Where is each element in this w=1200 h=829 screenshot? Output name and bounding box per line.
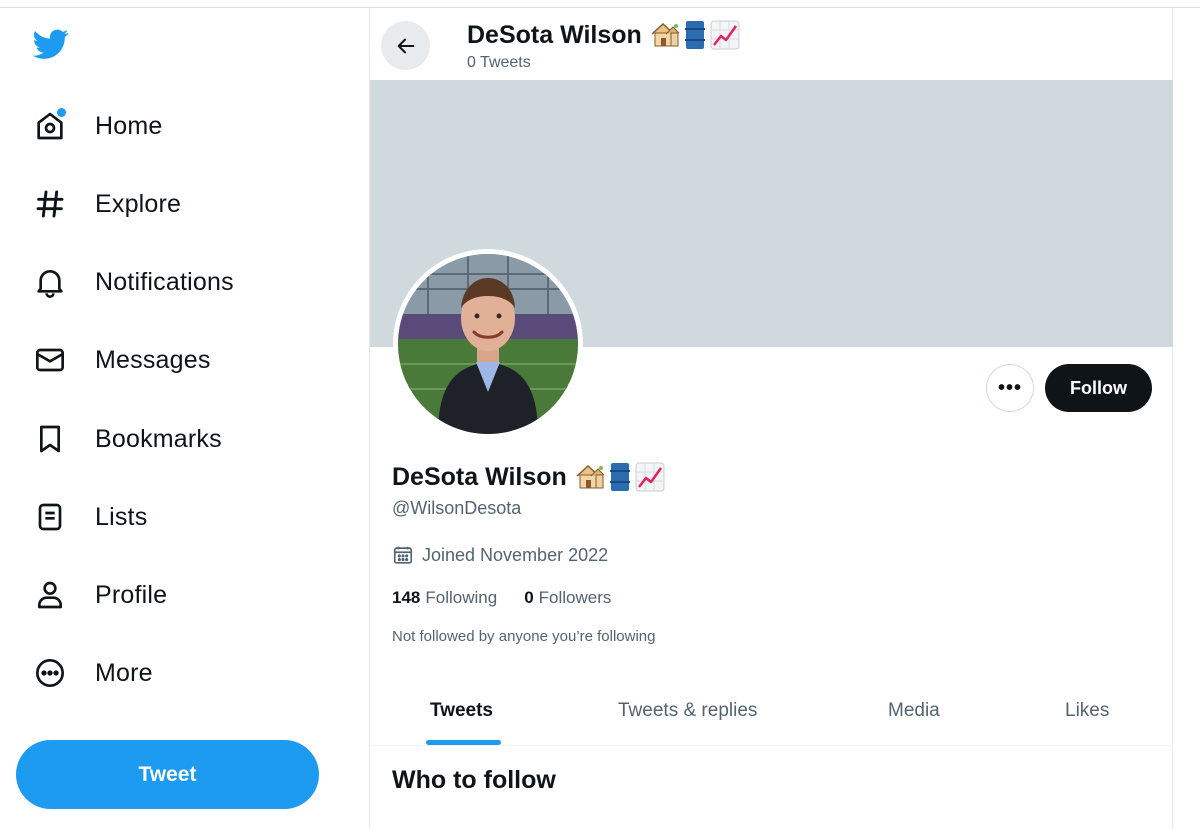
name-emojis: [575, 462, 669, 492]
house-emoji: [576, 464, 605, 489]
oil-drum-emoji: [684, 21, 705, 49]
tweet-button[interactable]: Tweet: [16, 740, 319, 809]
sidebar-item-label: Notifications: [95, 267, 234, 296]
header-name-text: DeSota Wilson: [467, 20, 642, 49]
notification-dot: [57, 108, 66, 117]
sidebar-item-bookmarks[interactable]: Bookmarks: [30, 414, 222, 464]
sidebar-item-label: Lists: [95, 502, 148, 531]
profile-column: DeSota Wilson 0 Tweets ••• Follow DeSota…: [369, 8, 1173, 829]
sidebar-item-label: Bookmarks: [95, 424, 222, 453]
house-emoji: [651, 22, 680, 47]
sidebar-item-lists[interactable]: Lists: [30, 492, 147, 542]
list-icon: [30, 497, 70, 537]
more-circle-icon: [30, 653, 70, 693]
arrow-left-icon: [397, 38, 414, 53]
followers-label: Followers: [538, 588, 612, 607]
active-tab-indicator: [426, 740, 501, 745]
bookmark-icon: [30, 419, 70, 459]
sidebar-item-notifications[interactable]: Notifications: [30, 257, 234, 307]
joined-text: Joined November 2022: [422, 544, 609, 565]
hashtag-icon: [30, 184, 70, 224]
envelope-icon: [30, 340, 70, 380]
tab-media[interactable]: Media: [888, 700, 940, 722]
sidebar-item-label: Explore: [95, 189, 182, 218]
sidebar-item-label: More: [95, 658, 153, 687]
profile-tabs: Tweets Tweets & replies Media Likes: [370, 678, 1173, 746]
chart-increasing-emoji: [635, 462, 665, 492]
not-followed-note: Not followed by anyone you’re following: [392, 628, 656, 645]
tab-tweets-replies[interactable]: Tweets & replies: [618, 700, 757, 722]
sidebar-item-home[interactable]: Home: [30, 101, 163, 151]
sidebar-item-explore[interactable]: Explore: [30, 179, 181, 229]
profile-name-text: DeSota Wilson: [392, 462, 567, 491]
following-count: 148: [392, 588, 421, 607]
header-tweet-count: 0 Tweets: [467, 54, 531, 71]
profile-name: DeSota Wilson: [392, 462, 669, 492]
person-icon: [30, 575, 70, 615]
header-name: DeSota Wilson: [467, 20, 744, 50]
sidebar-item-label: Profile: [95, 580, 168, 609]
bell-icon: [30, 262, 70, 302]
profile-handle: @WilsonDesota: [392, 498, 522, 518]
calendar-icon: [393, 546, 413, 564]
avatar-photo: [398, 254, 578, 434]
bird-logo-icon[interactable]: [31, 26, 71, 62]
following-label: Following: [425, 588, 498, 607]
avatar[interactable]: [393, 249, 583, 439]
sidebar-item-messages[interactable]: Messages: [30, 335, 211, 385]
name-emojis: [650, 20, 744, 50]
follow-button[interactable]: Follow: [1045, 364, 1152, 412]
chart-increasing-emoji: [710, 20, 740, 50]
sidebar-item-label: Messages: [95, 345, 211, 374]
home-icon: [30, 106, 70, 146]
joined-date: Joined November 2022: [392, 544, 608, 566]
followers-link[interactable]: 0 Followers: [524, 588, 611, 608]
who-to-follow-heading: Who to follow: [392, 766, 556, 794]
back-button[interactable]: [381, 21, 430, 70]
sidebar-item-more[interactable]: More: [30, 648, 153, 698]
followers-count: 0: [524, 588, 534, 607]
following-link[interactable]: 148 Following: [392, 588, 497, 608]
oil-drum-emoji: [609, 463, 630, 491]
sidebar-item-label: Home: [95, 111, 163, 140]
more-options-button[interactable]: •••: [986, 364, 1034, 412]
tab-likes[interactable]: Likes: [1065, 700, 1109, 722]
tab-tweets[interactable]: Tweets: [430, 700, 493, 722]
follow-stats: 148 Following 0 Followers: [392, 588, 638, 608]
sidebar-item-profile[interactable]: Profile: [30, 570, 167, 620]
